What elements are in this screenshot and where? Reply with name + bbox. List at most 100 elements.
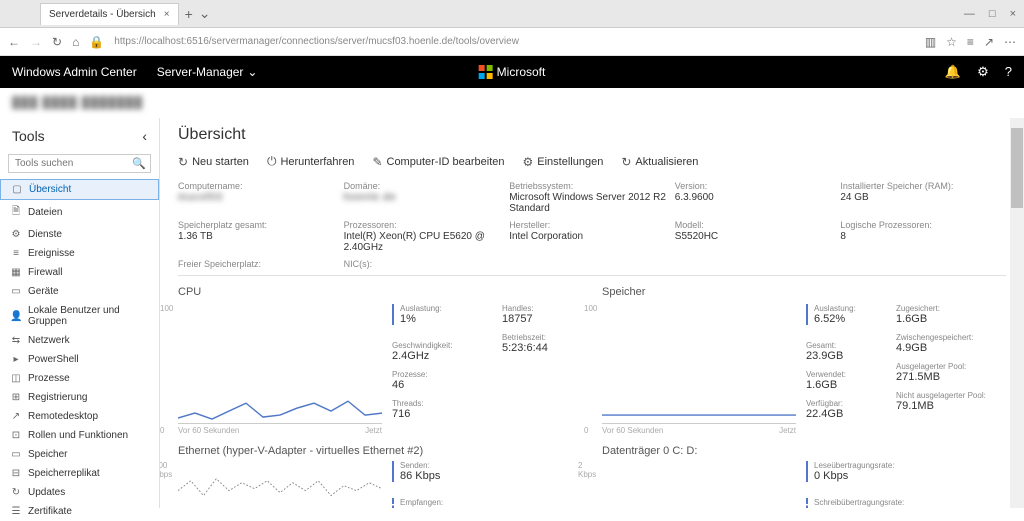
share-icon[interactable]: ↗ — [984, 35, 994, 49]
brand-label: Windows Admin Center — [12, 65, 137, 79]
notification-icon[interactable]: 🔔 — [945, 64, 961, 80]
nav-label: Netzwerk — [28, 335, 70, 346]
os-value: Microsoft Windows Server 2012 R2 Standar… — [509, 192, 675, 214]
net-panel-title: Ethernet (hyper-V-Adapter - virtuelles E… — [178, 445, 582, 457]
nav-label: Firewall — [28, 267, 62, 278]
sidebar-item-firewall[interactable]: ▦ Firewall — [0, 263, 159, 282]
help-icon[interactable]: ? — [1005, 64, 1012, 80]
refresh-action-icon: ↻ — [621, 155, 631, 169]
favorites-icon[interactable]: ≡ — [967, 35, 974, 49]
nav-label: Dienste — [28, 229, 62, 240]
nav-label: Speicherreplikat — [28, 468, 100, 479]
model-value: S5520HC — [675, 231, 841, 242]
settings-button[interactable]: ⚙Einstellungen — [523, 154, 604, 169]
star-icon[interactable]: ☆ — [946, 35, 957, 49]
cpu-chart — [178, 304, 382, 424]
sidebar-item-updates[interactable]: ↻ Updates — [0, 483, 159, 502]
collapse-icon[interactable]: ‹ — [142, 128, 147, 144]
nav-icon: ⚙ — [10, 229, 22, 240]
forward-icon[interactable]: → — [30, 35, 42, 49]
lcpu-label: Logische Prozessoren: — [840, 220, 1006, 230]
scrollbar[interactable] — [1010, 118, 1024, 508]
nav-icon: ◫ — [10, 373, 22, 384]
nav-label: Speicher — [28, 449, 67, 460]
mem-chart — [602, 304, 796, 424]
memory-panel: Speicher 100 0 Vor 60 SekundenJetzt Ausl… — [602, 286, 1006, 508]
tab-title: Serverdetails - Übersich — [49, 9, 156, 20]
sidebar-item-dateien[interactable]: 🗎Dateien — [0, 200, 159, 225]
cpu-panel: CPU 100 0 Vor 60 SekundenJetzt Auslastun… — [178, 286, 582, 508]
shutdown-button[interactable]: ⏻Herunterfahren — [267, 154, 355, 169]
computername-value: mucsf03 — [178, 192, 344, 203]
nav-icon: ↻ — [10, 487, 22, 498]
window-close-icon[interactable]: × — [1010, 8, 1016, 20]
nav-label: Updates — [28, 487, 65, 498]
back-icon[interactable]: ← — [8, 35, 20, 49]
domain-value: hoenle.de — [344, 192, 510, 203]
browser-tab[interactable]: Serverdetails - Übersich × — [40, 3, 179, 25]
new-tab-button[interactable]: + — [185, 6, 193, 22]
sidebar-item-prozesse[interactable]: ◫Prozesse — [0, 369, 159, 388]
content-area: Übersicht ↻Neu starten ⏻Herunterfahren ✎… — [160, 118, 1024, 508]
server-manager-menu[interactable]: Server-Manager⌄ — [157, 65, 258, 79]
home-icon[interactable]: ⌂ — [72, 35, 79, 49]
sidebar-item-dienste[interactable]: ⚙ Dienste — [0, 225, 159, 244]
refresh-icon[interactable]: ↻ — [52, 35, 62, 49]
sidebar-item-netzwerk[interactable]: ⇆ Netzwerk — [0, 331, 159, 350]
url-field[interactable]: https://localhost:6516/servermanager/con… — [114, 36, 915, 47]
power-icon: ⏻ — [267, 154, 277, 169]
action-bar: ↻Neu starten ⏻Herunterfahren ✎Computer-I… — [178, 154, 1006, 169]
nav-label: Lokale Benutzer und Gruppen — [28, 305, 149, 327]
sidebar-item-remotedesktop[interactable]: ↗ Remotedesktop — [0, 407, 159, 426]
nics-label: NIC(s): — [344, 259, 510, 269]
breadcrumb-row: ███ ████ ███████ — [0, 88, 1024, 118]
minimize-icon[interactable]: — — [964, 8, 975, 20]
nav-label: Dateien — [28, 207, 62, 218]
disk-label: Speicherplatz gesamt: — [178, 220, 344, 230]
tab-more-icon[interactable]: ⌄ — [199, 5, 211, 22]
version-label: Version: — [675, 181, 841, 191]
nav-label: Rollen und Funktionen — [28, 430, 128, 441]
sidebar-item-übersicht[interactable]: ▢Übersicht — [0, 179, 159, 200]
gear-icon[interactable]: ⚙ — [977, 64, 989, 80]
refresh-button[interactable]: ↻Aktualisieren — [621, 154, 698, 169]
vendor-label: Hersteller: — [509, 220, 675, 230]
search-input[interactable] — [8, 154, 151, 173]
close-icon[interactable]: × — [164, 9, 170, 20]
sidebar-item-speicher[interactable]: ▭ Speicher — [0, 445, 159, 464]
version-value: 6.3.9600 — [675, 192, 841, 203]
sidebar-item-registrierung[interactable]: ⊞Registrierung — [0, 388, 159, 407]
restart-button[interactable]: ↻Neu starten — [178, 154, 249, 169]
microsoft-logo: Microsoft — [479, 65, 546, 79]
sidebar-item-zertifikate[interactable]: ☰Zertifikate — [0, 502, 159, 521]
sidebar: Tools‹ 🔍 ▢Übersicht🗎Dateien⚙Dienste≡Erei… — [0, 118, 160, 508]
nav-label: Geräte — [28, 286, 59, 297]
sidebar-item-geräte[interactable]: ▭Geräte — [0, 282, 159, 301]
nav-icon: ⇆ — [10, 335, 22, 346]
cpu-label: Prozessoren: — [344, 220, 510, 230]
nav-icon: ▸ — [10, 354, 22, 365]
sidebar-item-powershell[interactable]: ▸PowerShell — [0, 350, 159, 369]
reading-icon[interactable]: ▥ — [925, 35, 936, 49]
search-icon[interactable]: 🔍 — [132, 157, 146, 170]
nav-icon: ▭ — [10, 449, 22, 460]
nav-label: Übersicht — [29, 184, 71, 195]
nav-icon: ↗ — [10, 411, 22, 422]
address-bar: ← → ↻ ⌂ 🔒 https://localhost:6516/serverm… — [0, 28, 1024, 56]
more-icon[interactable]: ⋯ — [1004, 35, 1016, 49]
sidebar-item-speicherreplikat[interactable]: ⊟Speicherreplikat — [0, 464, 159, 483]
nav-icon: 👤 — [10, 311, 22, 322]
edit-id-button[interactable]: ✎Computer-ID bearbeiten — [372, 154, 504, 169]
nav-icon: ▦ — [10, 267, 22, 278]
sidebar-item-rollen-und-funktionen[interactable]: ⊡Rollen und Funktionen — [0, 426, 159, 445]
mem-panel-title: Speicher — [602, 286, 1006, 298]
scrollbar-thumb[interactable] — [1011, 128, 1023, 208]
ram-label: Installierter Speicher (RAM): — [840, 181, 1006, 191]
sidebar-item-lokale-benutzer-und-gruppen[interactable]: 👤 Lokale Benutzer und Gruppen — [0, 301, 159, 331]
settings-icon: ⚙ — [523, 155, 534, 169]
maximize-icon[interactable]: □ — [989, 8, 996, 20]
nav-label: Remotedesktop — [28, 411, 98, 422]
sidebar-item-ereignisse[interactable]: ≡Ereignisse — [0, 244, 159, 263]
computername-label: Computername: — [178, 181, 344, 191]
freedisk-label: Freier Speicherplatz: — [178, 259, 344, 269]
